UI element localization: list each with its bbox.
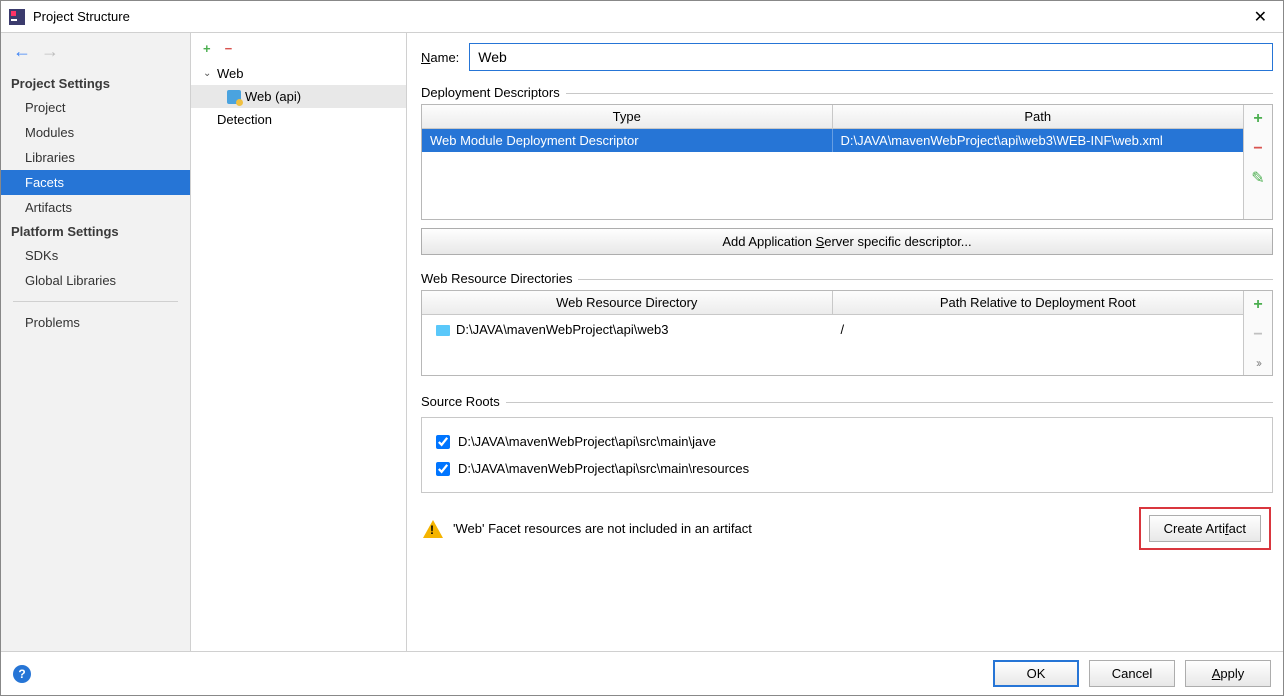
dialog-footer: ? OK Cancel Apply (1, 651, 1283, 695)
sidebar-item-facets[interactable]: Facets (1, 170, 190, 195)
app-icon (9, 9, 25, 25)
create-artifact-button[interactable]: Create Artifact (1149, 515, 1261, 542)
remove-descriptor-button[interactable]: − (1253, 141, 1262, 157)
tree-label: Web (api) (245, 89, 301, 104)
cell-directory: D:\JAVA\mavenWebProject\api\web3 (428, 318, 833, 341)
warning-row: 'Web' Facet resources are not included i… (421, 503, 1273, 560)
tree-label: Web (217, 66, 244, 81)
create-artifact-highlight: Create Artifact (1139, 507, 1271, 550)
warning-text: 'Web' Facet resources are not included i… (453, 521, 752, 536)
source-root-checkbox[interactable] (436, 462, 450, 476)
sidebar-item-sdks[interactable]: SDKs (1, 243, 190, 268)
web-resource-directories-label: Web Resource Directories (421, 271, 1273, 286)
apply-button[interactable]: Apply (1185, 660, 1271, 687)
chevron-down-icon: ⌄ (203, 68, 213, 79)
add-descriptor-button[interactable]: + (1253, 111, 1262, 127)
add-resource-dir-button[interactable]: + (1253, 297, 1262, 313)
help-icon[interactable]: ? (13, 665, 31, 683)
column-path[interactable]: Path (833, 105, 1244, 128)
close-icon[interactable]: ✕ (1246, 3, 1275, 31)
deployment-descriptors-table: Type Path Web Module Deployment Descript… (421, 104, 1273, 220)
tree-node-web[interactable]: ⌄ Web (191, 62, 406, 85)
table-row[interactable]: Web Module Deployment Descriptor D:\JAVA… (422, 129, 1243, 152)
titlebar: Project Structure ✕ (1, 1, 1283, 33)
source-root-item[interactable]: D:\JAVA\mavenWebProject\api\src\main\jav… (434, 428, 1260, 455)
sidebar: ← → Project Settings Project Modules Lib… (1, 33, 191, 651)
facet-name-input[interactable] (469, 43, 1273, 71)
column-type[interactable]: Type (422, 105, 833, 128)
remove-facet-button[interactable]: − (225, 41, 233, 56)
sidebar-divider (13, 301, 178, 302)
sidebar-item-global-libraries[interactable]: Global Libraries (1, 268, 190, 293)
cancel-button[interactable]: Cancel (1089, 660, 1175, 687)
tree-node-detection[interactable]: Detection (191, 108, 406, 131)
name-label: Name: (421, 50, 459, 65)
source-roots-label: Source Roots (421, 394, 1273, 409)
section-project-settings: Project Settings (1, 72, 190, 95)
web-resource-directories-table: Web Resource Directory Path Relative to … (421, 290, 1273, 376)
table-row[interactable]: D:\JAVA\mavenWebProject\api\web3 / (422, 315, 1243, 344)
remove-resource-dir-button[interactable]: − (1253, 327, 1262, 343)
tree-node-web-api[interactable]: Web (api) (191, 85, 406, 108)
cell-type: Web Module Deployment Descriptor (422, 129, 833, 152)
folder-icon (436, 325, 450, 336)
sidebar-item-problems[interactable]: Problems (1, 310, 190, 335)
nav-back-icon[interactable]: ← (13, 41, 31, 62)
source-root-checkbox[interactable] (436, 435, 450, 449)
ok-button[interactable]: OK (993, 660, 1079, 687)
source-root-path: D:\JAVA\mavenWebProject\api\src\main\res… (458, 461, 749, 476)
source-roots-box: D:\JAVA\mavenWebProject\api\src\main\jav… (421, 417, 1273, 493)
nav-forward-icon[interactable]: → (41, 41, 59, 62)
tree-label: Detection (217, 112, 272, 127)
edit-descriptor-button[interactable]: ✎ (1251, 171, 1264, 187)
facet-editor: Name: Deployment Descriptors Type Path W… (407, 33, 1283, 651)
section-platform-settings: Platform Settings (1, 220, 190, 243)
web-facet-icon (227, 90, 241, 104)
sidebar-item-modules[interactable]: Modules (1, 120, 190, 145)
column-web-resource-directory[interactable]: Web Resource Directory (422, 291, 833, 314)
source-root-path: D:\JAVA\mavenWebProject\api\src\main\jav… (458, 434, 716, 449)
sidebar-item-project[interactable]: Project (1, 95, 190, 120)
source-root-item[interactable]: D:\JAVA\mavenWebProject\api\src\main\res… (434, 455, 1260, 482)
cell-relative-path: / (833, 318, 1238, 341)
sidebar-item-libraries[interactable]: Libraries (1, 145, 190, 170)
add-server-descriptor-button[interactable]: Add Application Server specific descript… (421, 228, 1273, 255)
warning-icon (423, 520, 443, 538)
column-path-relative[interactable]: Path Relative to Deployment Root (833, 291, 1244, 314)
window-title: Project Structure (33, 9, 1246, 24)
cell-path: D:\JAVA\mavenWebProject\api\web3\WEB-INF… (833, 129, 1244, 152)
more-resource-dir-button[interactable]: ›› (1256, 357, 1260, 369)
add-facet-button[interactable]: + (203, 41, 211, 56)
deployment-descriptors-label: Deployment Descriptors (421, 85, 1273, 100)
sidebar-item-artifacts[interactable]: Artifacts (1, 195, 190, 220)
facet-tree-panel: + − ⌄ Web Web (api) Detection (191, 33, 407, 651)
